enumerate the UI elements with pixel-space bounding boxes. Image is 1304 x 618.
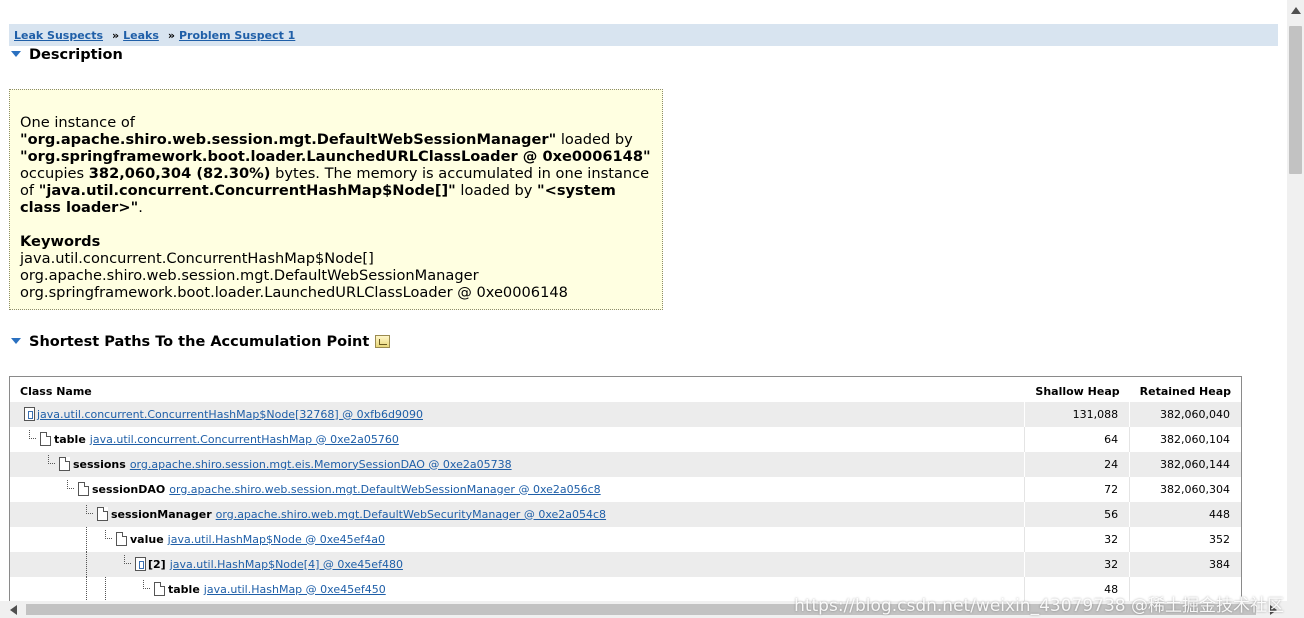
retained-heap-value: 382,060,304 — [1129, 477, 1241, 502]
shallow-heap-value: 24 — [1024, 452, 1130, 477]
table-row[interactable]: sessionDAO org.apache.shiro.web.session.m… — [10, 477, 1241, 502]
object-link[interactable]: java.util.concurrent.ConcurrentHashMap$N… — [37, 408, 423, 421]
keywords-title: Keywords — [20, 233, 101, 250]
keyword-item: java.util.concurrent.ConcurrentHashMap$N… — [20, 250, 374, 267]
retained-heap-value — [1129, 577, 1241, 602]
table-row[interactable]: value java.util.HashMap$Node @ 0xe45ef4a0… — [10, 527, 1241, 552]
breadcrumb-separator: » — [167, 29, 175, 42]
array-icon — [24, 407, 35, 421]
column-class-name[interactable]: Class Name — [10, 377, 1025, 402]
paths-table: Class Name Shallow Heap Retained Heap ja… — [9, 376, 1242, 618]
shallow-heap-value: 32 — [1024, 527, 1130, 552]
table-row[interactable]: [2] java.util.HashMap$Node[4] @ 0xe45ef48… — [10, 552, 1241, 577]
object-icon — [154, 582, 165, 596]
object-link[interactable]: org.apache.shiro.session.mgt.eis.MemoryS… — [130, 458, 512, 471]
retained-heap-value: 448 — [1129, 502, 1241, 527]
breadcrumb-leak-suspects[interactable]: Leak Suspects — [14, 29, 103, 42]
field-name: value — [130, 532, 164, 546]
retained-heap-value: 352 — [1129, 527, 1241, 552]
object-link[interactable]: java.util.concurrent.ConcurrentHashMap @… — [90, 433, 399, 446]
desc-size: 382,060,304 (82.30%) — [88, 165, 271, 182]
desc-accumulation-class: "java.util.concurrent.ConcurrentHashMap$… — [38, 182, 456, 199]
breadcrumb-leaks[interactable]: Leaks — [123, 29, 159, 42]
desc-class-name: "org.apache.shiro.web.session.mgt.Defaul… — [20, 131, 557, 148]
scroll-right-arrow-icon[interactable] — [1270, 605, 1277, 615]
object-icon — [59, 457, 70, 471]
object-link[interactable]: org.apache.shiro.web.mgt.DefaultWebSecur… — [216, 508, 606, 521]
desc-loader: "org.springframework.boot.loader.Launche… — [20, 148, 651, 165]
table-header: Class Name Shallow Heap Retained Heap — [10, 377, 1241, 402]
keyword-item: org.apache.shiro.web.session.mgt.Default… — [20, 267, 479, 284]
object-link[interactable]: java.util.HashMap$Node[4] @ 0xe45ef480 — [170, 558, 403, 571]
description-text: One instance of "org.apache.shiro.web.se… — [20, 114, 652, 216]
retained-heap-value: 382,060,040 — [1129, 402, 1241, 427]
table-row[interactable]: sessions org.apache.shiro.session.mgt.eis… — [10, 452, 1241, 477]
desc-text: . — [138, 199, 143, 216]
horizontal-scrollbar[interactable] — [0, 601, 1287, 618]
column-retained-heap[interactable]: Retained Heap — [1130, 377, 1241, 402]
desc-text: One instance of — [20, 114, 135, 131]
table-row[interactable]: table java.util.concurrent.ConcurrentHash… — [10, 427, 1241, 452]
vertical-scrollbar[interactable] — [1287, 0, 1304, 618]
field-name: [2] — [148, 557, 166, 571]
horizontal-scroll-thumb[interactable] — [26, 604, 1256, 615]
description-title: Description — [29, 47, 123, 63]
desc-text: occupies — [20, 165, 89, 182]
desc-text: loaded by — [455, 182, 538, 199]
shallow-heap-value: 56 — [1024, 502, 1130, 527]
description-box: One instance of "org.apache.shiro.web.se… — [9, 89, 663, 310]
keyword-item: org.springframework.boot.loader.Launched… — [20, 284, 568, 301]
breadcrumb-separator: » — [112, 29, 120, 42]
desc-text: loaded by — [556, 131, 633, 148]
object-icon — [78, 482, 89, 496]
paths-title: Shortest Paths To the Accumulation Point — [29, 334, 370, 350]
object-link[interactable]: java.util.HashMap$Node @ 0xe45ef4a0 — [168, 533, 385, 546]
scroll-up-arrow-icon[interactable] — [1291, 7, 1301, 14]
shallow-heap-value: 72 — [1024, 477, 1130, 502]
retained-heap-value: 384 — [1129, 552, 1241, 577]
field-name: sessionDAO — [92, 482, 166, 496]
table-row[interactable]: sessionManager org.apache.shiro.web.mgt.D… — [10, 502, 1241, 527]
table-row[interactable]: java.util.concurrent.ConcurrentHashMap$N… — [10, 402, 1241, 427]
collapse-triangle-icon[interactable] — [11, 338, 21, 344]
shallow-heap-value: 64 — [1024, 427, 1130, 452]
description-heading[interactable]: Description — [11, 47, 123, 63]
field-name: sessions — [73, 457, 126, 471]
breadcrumb: Leak Suspects» Leaks» Problem Suspect 1 — [9, 24, 1278, 46]
field-name: table — [54, 432, 86, 446]
scroll-left-arrow-icon[interactable] — [10, 605, 17, 615]
paths-heading[interactable]: Shortest Paths To the Accumulation Point — [11, 334, 391, 350]
object-icon — [40, 432, 51, 446]
retained-heap-value: 382,060,144 — [1129, 452, 1241, 477]
object-icon — [116, 532, 127, 546]
retained-heap-value: 382,060,104 — [1129, 427, 1241, 452]
vertical-scroll-thumb[interactable] — [1289, 26, 1302, 174]
shallow-heap-value: 131,088 — [1024, 402, 1130, 427]
array-icon — [135, 557, 146, 571]
export-icon[interactable] — [375, 335, 391, 348]
collapse-triangle-icon[interactable] — [11, 51, 21, 57]
shallow-heap-value: 48 — [1024, 577, 1130, 602]
breadcrumb-problem-suspect[interactable]: Problem Suspect 1 — [179, 29, 295, 42]
object-link[interactable]: java.util.HashMap @ 0xe45ef450 — [204, 583, 386, 596]
shallow-heap-value: 32 — [1024, 552, 1130, 577]
column-shallow-heap[interactable]: Shallow Heap — [1025, 377, 1130, 402]
object-icon — [97, 507, 108, 521]
object-link[interactable]: org.apache.shiro.web.session.mgt.Default… — [169, 483, 600, 496]
table-row[interactable]: table java.util.HashMap @ 0xe45ef450 48 — [10, 577, 1241, 602]
field-name: table — [168, 582, 200, 596]
field-name: sessionManager — [111, 507, 212, 521]
